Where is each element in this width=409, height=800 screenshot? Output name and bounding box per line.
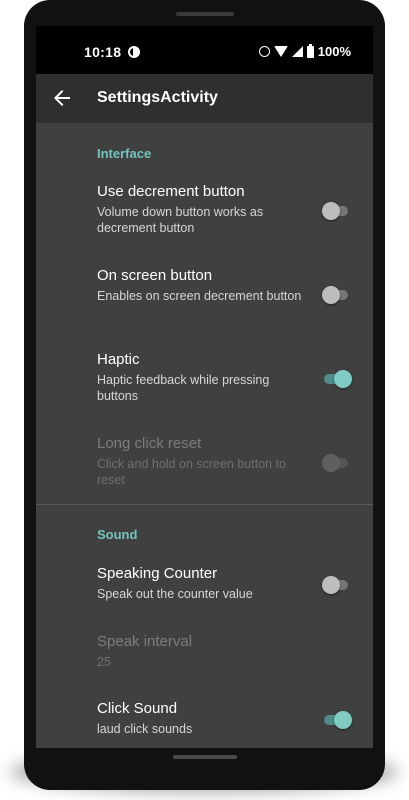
data-saver-icon: [128, 46, 140, 58]
category-divider: [36, 504, 373, 505]
pref-use-decrement-button[interactable]: Use decrement button Volume down button …: [36, 183, 373, 247]
back-arrow-icon[interactable]: [50, 86, 74, 110]
switch-thumb: [322, 576, 340, 594]
pref-haptic[interactable]: Haptic Haptic feedback while pressing bu…: [36, 351, 373, 415]
pref-summary: laud click sounds: [97, 722, 193, 736]
app-bar: SettingsActivity: [36, 74, 373, 123]
pref-title: Haptic: [97, 351, 140, 368]
pref-click-sound[interactable]: Click Sound laud click sounds: [36, 700, 373, 748]
status-time: 10:18: [84, 44, 122, 60]
gesture-home-bar[interactable]: [173, 755, 237, 759]
pref-summary: Enables on screen decrement button: [97, 289, 302, 303]
pref-title: Use decrement button: [97, 183, 245, 200]
alarm-icon: [258, 46, 270, 57]
decrement-button-switch[interactable]: [322, 202, 352, 220]
speaking-counter-switch[interactable]: [322, 576, 352, 594]
switch-thumb: [322, 454, 340, 472]
pref-title: Speaking Counter: [97, 565, 218, 582]
switch-thumb: [334, 370, 352, 388]
status-bar: 10:18 100%: [36, 26, 373, 74]
pref-summary: Volume down button works as decrement bu…: [97, 205, 264, 235]
pref-title: Speak interval: [97, 633, 193, 650]
pref-title: Click Sound: [97, 700, 178, 717]
pref-on-screen-button[interactable]: On screen button Enables on screen decre…: [36, 267, 373, 331]
switch-thumb: [322, 202, 340, 220]
device-speaker: [176, 12, 234, 16]
page-title: SettingsActivity: [97, 89, 218, 106]
pref-summary: Click and hold on screen button to reset: [97, 457, 287, 487]
haptic-switch[interactable]: [322, 370, 352, 388]
pref-title: Long click reset: [97, 435, 202, 452]
long-click-reset-switch: [322, 454, 352, 472]
switch-thumb: [334, 711, 352, 729]
battery-percent: 100%: [317, 44, 351, 59]
wifi-icon: [273, 46, 288, 57]
pref-title: On screen button: [97, 267, 213, 284]
cell-signal-icon: [291, 46, 303, 57]
pref-speaking-counter[interactable]: Speaking Counter Speak out the counter v…: [36, 565, 373, 613]
pref-speak-interval: Speak interval 25: [36, 633, 373, 681]
switch-thumb: [322, 286, 340, 304]
category-sound: Sound: [97, 527, 138, 542]
pref-summary: Haptic feedback while pressing buttons: [97, 373, 270, 403]
status-icons: 100%: [258, 43, 351, 59]
pref-long-click-reset: Long click reset Click and hold on scree…: [36, 435, 373, 499]
on-screen-button-switch[interactable]: [322, 286, 352, 304]
screen: 10:18 100% SettingsActivity Interface Us…: [36, 26, 373, 748]
pref-value: 25: [97, 655, 111, 669]
pref-summary: Speak out the counter value: [97, 587, 253, 601]
battery-icon: [306, 43, 314, 58]
category-interface: Interface: [97, 146, 152, 161]
click-sound-switch[interactable]: [322, 711, 352, 729]
